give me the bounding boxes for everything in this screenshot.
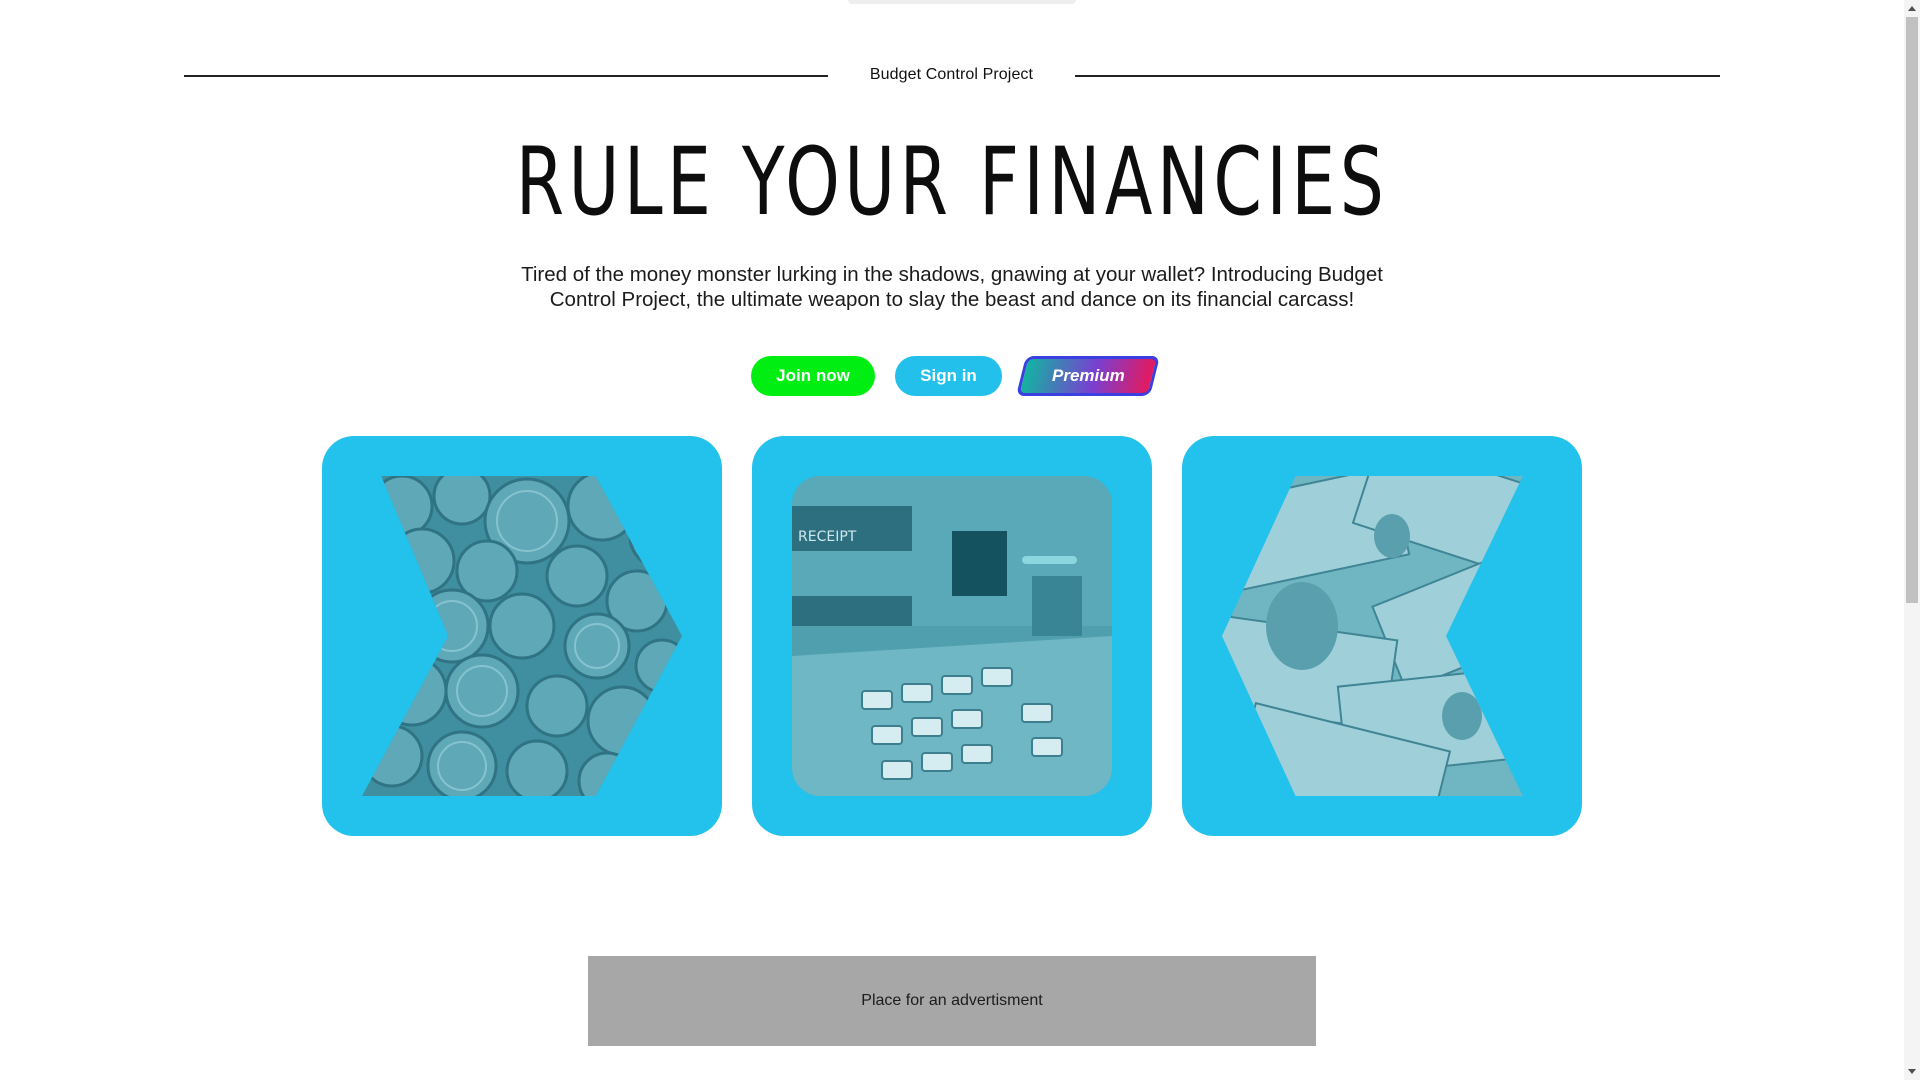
hero-subtitle: Tired of the money monster lurking in th… <box>521 263 1383 311</box>
premium-label: Premium <box>1051 366 1125 385</box>
scroll-up-arrow-icon[interactable] <box>1908 6 1916 11</box>
brand-name: Budget Control Project <box>869 66 1034 83</box>
scroll-down-arrow-icon[interactable] <box>1908 1069 1916 1074</box>
banknotes-image <box>1222 476 1523 796</box>
join-now-button[interactable]: Join now <box>751 356 875 396</box>
sign-in-button[interactable]: Sign in <box>895 356 1002 396</box>
feature-card-atm: RECEIPT <box>752 436 1152 836</box>
feature-card-banknotes <box>1182 436 1582 836</box>
coins-image <box>362 476 682 796</box>
feature-card-coins <box>322 436 722 836</box>
advertisement-placeholder[interactable]: Place for an advertisment <box>588 956 1316 1046</box>
header-divider-right <box>1075 75 1720 77</box>
receipt-label: RECEIPT <box>798 529 857 545</box>
hero-title: RULE YOUR FINANCIES <box>515 128 1389 237</box>
top-tab <box>848 0 1076 4</box>
atm-image: RECEIPT <box>792 476 1112 796</box>
header-divider-left <box>184 75 828 77</box>
advertisement-text: Place for an advertisment <box>861 992 1043 1009</box>
page: Budget Control Project RULE YOUR FINANCI… <box>0 0 1920 1080</box>
vertical-scrollbar[interactable] <box>1904 0 1920 1080</box>
scrollbar-thumb[interactable] <box>1906 17 1918 603</box>
premium-button[interactable]: Premium <box>1016 356 1160 396</box>
